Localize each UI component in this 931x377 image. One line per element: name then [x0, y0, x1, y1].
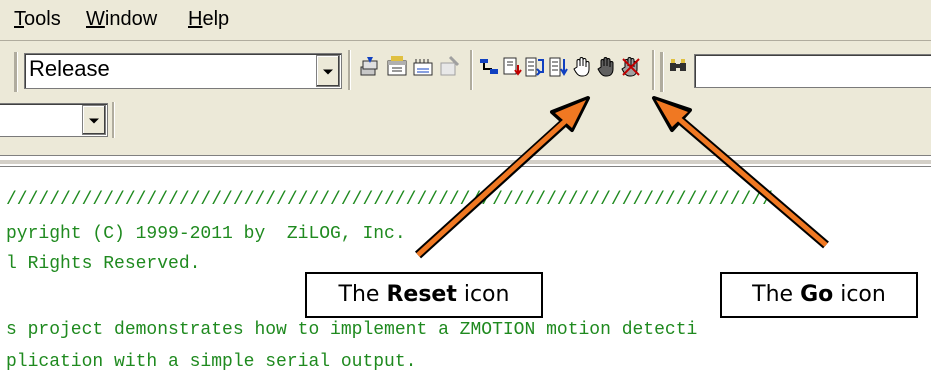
go-callout: The Go icon — [720, 272, 918, 318]
annotation-arrows — [414, 96, 829, 259]
reset-callout: The Reset icon — [305, 272, 543, 318]
go-arrow — [652, 96, 829, 249]
reset-arrow — [414, 96, 590, 259]
